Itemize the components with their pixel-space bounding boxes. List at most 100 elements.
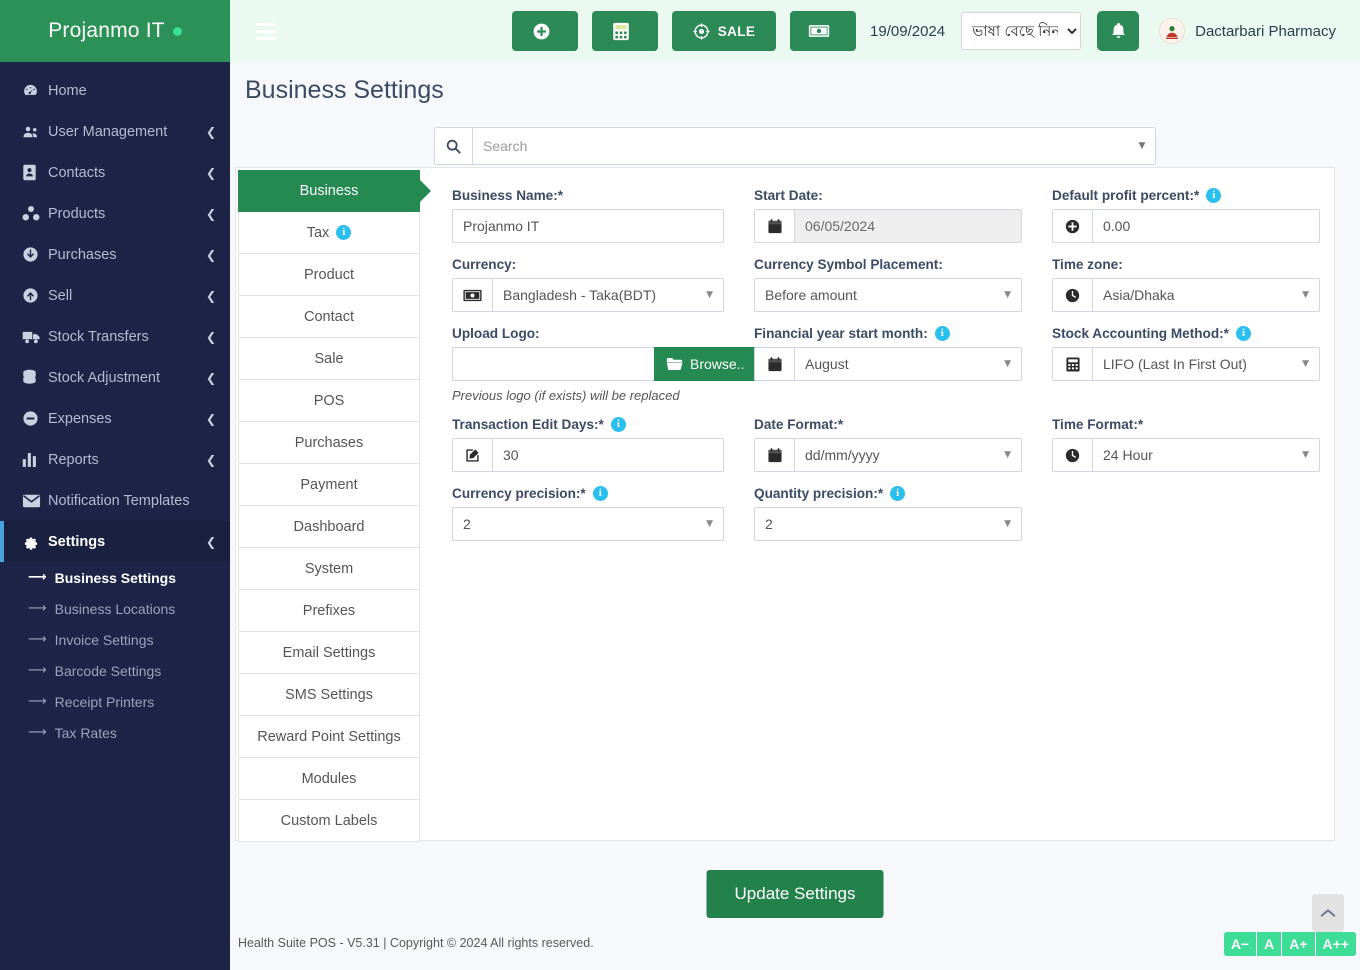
chevron-down-icon: ▼ — [1004, 290, 1011, 300]
upload-logo-control: Browse.. — [452, 347, 724, 381]
quantity-precision-select[interactable]: 2 ▼ — [755, 508, 1021, 540]
sidebar-item-notification-templates[interactable]: Notification Templates — [0, 480, 230, 521]
browse-button[interactable]: Browse.. — [654, 347, 756, 381]
brand-header[interactable]: Projanmo IT — [0, 0, 230, 62]
date-format-select[interactable]: dd/mm/yyyy ▼ — [795, 439, 1021, 471]
time-zone-select[interactable]: Asia/Dhaka ▼ — [1093, 279, 1319, 311]
cash-register-button[interactable] — [790, 11, 856, 51]
sidebar-item-reports[interactable]: Reports ❮ — [0, 439, 230, 480]
sale-button[interactable]: SALE — [672, 11, 776, 51]
tab-pos[interactable]: POS — [238, 380, 420, 422]
chevron-down-icon[interactable]: ▼ — [1129, 128, 1155, 164]
currency-select[interactable]: Bangladesh - Taka(BDT) ▼ — [493, 279, 723, 311]
sidebar-item-sell[interactable]: Sell ❮ — [0, 275, 230, 316]
info-icon[interactable]: i — [336, 225, 351, 240]
tab-custom-labels[interactable]: Custom Labels — [238, 800, 420, 842]
field-business-name: Business Name:* — [452, 188, 724, 243]
font-increase-button[interactable]: A+ — [1282, 932, 1315, 956]
business-name-input[interactable] — [453, 210, 723, 242]
sidebar-subitem-tax-rates[interactable]: ⟶ Tax Rates — [0, 717, 230, 748]
currency-precision-select[interactable]: 2 ▼ — [453, 508, 723, 540]
arrow-down-circle-icon — [22, 246, 48, 263]
user-menu[interactable]: Dactarbari Pharmacy — [1159, 18, 1336, 44]
tab-purchases[interactable]: Purchases — [238, 422, 420, 464]
sidebar-subitem-business-settings[interactable]: ⟶ Business Settings — [0, 562, 230, 593]
sidebar-subitem-business-locations[interactable]: ⟶ Business Locations — [0, 593, 230, 624]
currency-symbol-placement-select[interactable]: Before amount ▼ — [755, 279, 1021, 311]
info-icon[interactable]: i — [611, 417, 626, 432]
financial-year-start-month-select[interactable]: August ▼ — [795, 348, 1021, 380]
tab-prefixes[interactable]: Prefixes — [238, 590, 420, 632]
sidebar-item-user-management[interactable]: User Management ❮ — [0, 111, 230, 152]
tab-tax[interactable]: Tax i — [238, 212, 420, 254]
field-quantity-precision: Quantity precision:* i 2 ▼ — [754, 486, 1022, 541]
upload-logo-input[interactable] — [453, 348, 654, 380]
sidebar-item-label: Reports — [48, 452, 206, 468]
tab-contact[interactable]: Contact — [238, 296, 420, 338]
add-button[interactable] — [512, 11, 578, 51]
transaction-edit-days-input[interactable] — [493, 439, 723, 471]
info-icon[interactable]: i — [935, 326, 950, 341]
sidebar-item-label: Stock Adjustment — [48, 370, 206, 386]
search-input[interactable] — [473, 128, 1129, 164]
start-date-value[interactable]: 06/05/2024 — [795, 210, 1021, 242]
cash-icon — [808, 24, 830, 38]
tab-label: Modules — [302, 771, 357, 787]
sidebar-subitem-invoice-settings[interactable]: ⟶ Invoice Settings — [0, 624, 230, 655]
field-label-text: Currency precision:* — [452, 486, 586, 501]
tab-sms-settings[interactable]: SMS Settings — [238, 674, 420, 716]
clock-icon — [1053, 439, 1093, 471]
update-settings-button[interactable]: Update Settings — [707, 870, 884, 918]
tab-system[interactable]: System — [238, 548, 420, 590]
field-date-format: Date Format:* dd/mm/yyyy ▼ — [754, 417, 1022, 472]
sidebar-subitem-receipt-printers[interactable]: ⟶ Receipt Printers — [0, 686, 230, 717]
tab-product[interactable]: Product — [238, 254, 420, 296]
default-profit-percent-input[interactable] — [1093, 210, 1319, 242]
info-icon[interactable]: i — [1236, 326, 1251, 341]
sidebar-item-expenses[interactable]: Expenses ❮ — [0, 398, 230, 439]
dashboard-icon — [22, 82, 48, 99]
sidebar: Projanmo IT Home User Management ❮ — [0, 0, 230, 970]
quantity-precision-control: 2 ▼ — [754, 507, 1022, 541]
time-format-select[interactable]: 24 Hour ▼ — [1093, 439, 1319, 471]
notifications-button[interactable] — [1097, 11, 1139, 51]
bar-chart-icon — [22, 452, 48, 468]
search-icon — [435, 128, 473, 164]
upload-logo-hint: Previous logo (if exists) will be replac… — [452, 388, 724, 403]
sidebar-item-stock-transfers[interactable]: Stock Transfers ❮ — [0, 316, 230, 357]
sidebar-item-stock-adjustment[interactable]: Stock Adjustment ❮ — [0, 357, 230, 398]
tab-sale[interactable]: Sale — [238, 338, 420, 380]
tab-business[interactable]: Business — [238, 170, 420, 212]
field-label-text: Quantity precision:* — [754, 486, 883, 501]
sidebar-subitem-label: Business Locations — [55, 601, 176, 617]
header-date: 19/09/2024 — [870, 23, 945, 40]
database-icon — [22, 369, 48, 386]
tab-payment[interactable]: Payment — [238, 464, 420, 506]
sidebar-item-products[interactable]: Products ❮ — [0, 193, 230, 234]
tab-dashboard[interactable]: Dashboard — [238, 506, 420, 548]
language-select[interactable]: ভাষা বেছে নিন — [961, 12, 1081, 50]
field-upload-logo: Upload Logo: Browse.. Previous logo (if … — [452, 326, 724, 403]
info-icon[interactable]: i — [1206, 188, 1221, 203]
sidebar-item-contacts[interactable]: Contacts ❮ — [0, 152, 230, 193]
info-icon[interactable]: i — [593, 486, 608, 501]
tab-modules[interactable]: Modules — [238, 758, 420, 800]
tab-reward-point-settings[interactable]: Reward Point Settings — [238, 716, 420, 758]
field-label: Date Format:* — [754, 417, 1022, 432]
info-icon[interactable]: i — [890, 486, 905, 501]
sidebar-item-purchases[interactable]: Purchases ❮ — [0, 234, 230, 275]
sidebar-item-label: Purchases — [48, 247, 206, 263]
stock-accounting-method-select[interactable]: LIFO (Last In First Out) ▼ — [1093, 348, 1319, 380]
tab-email-settings[interactable]: Email Settings — [238, 632, 420, 674]
font-decrease-button[interactable]: A− — [1224, 932, 1257, 956]
scroll-to-top-button[interactable] — [1312, 894, 1344, 932]
sidebar-subitem-barcode-settings[interactable]: ⟶ Barcode Settings — [0, 655, 230, 686]
sidebar-item-home[interactable]: Home — [0, 70, 230, 111]
calculator-button[interactable] — [592, 11, 658, 51]
sidebar-item-settings[interactable]: Settings ❮ — [0, 521, 230, 562]
font-normal-button[interactable]: A — [1257, 932, 1282, 956]
chevron-down-icon: ▼ — [706, 290, 713, 300]
hamburger-menu-icon[interactable] — [256, 23, 278, 40]
font-increase-more-button[interactable]: A++ — [1316, 932, 1356, 956]
sidebar-subitem-label: Business Settings — [55, 570, 176, 586]
